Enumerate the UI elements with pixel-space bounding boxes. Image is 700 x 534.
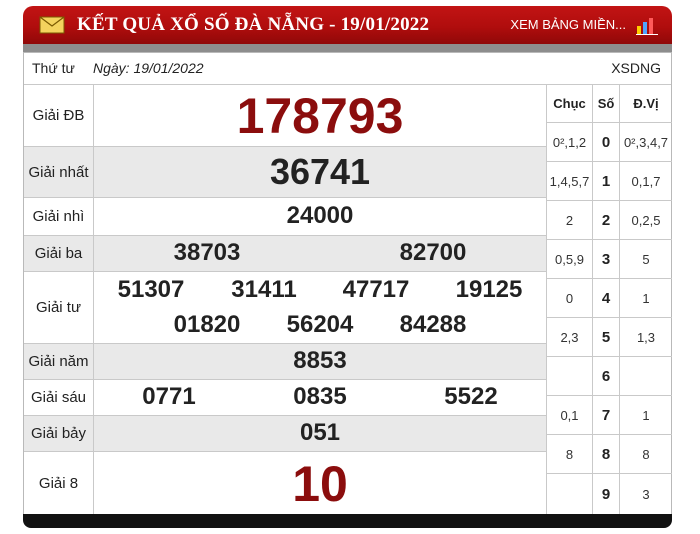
- prize-row-second: Giải nhì 24000: [24, 198, 546, 236]
- prize-label: Giải nhất: [24, 147, 94, 197]
- loto-row: 2,3 5 1,3: [547, 318, 672, 357]
- loto-chuc: [547, 357, 593, 395]
- prize-number: 24000: [286, 202, 354, 229]
- loto-dvi: 1: [642, 290, 650, 306]
- loto-header-chuc: Chục: [547, 85, 593, 122]
- loto-table: Chục Số Đ.Vị 0²,1,2 0 0²,3,4,7 1,4,5,7 1…: [546, 85, 672, 515]
- loto-chuc: 8: [547, 435, 593, 473]
- loto-dvi: 1,3: [636, 329, 656, 345]
- prize-label: Giải sáu: [24, 380, 94, 415]
- prize-label: Giải ĐB: [24, 85, 94, 146]
- loto-dvi: 0,2,5: [631, 212, 661, 228]
- loto-so: 2: [593, 201, 620, 239]
- prize-number: 8853: [293, 347, 347, 374]
- loto-so: 6: [593, 357, 620, 395]
- loto-dvi: 1: [642, 407, 650, 423]
- loto-dvi: [620, 357, 672, 395]
- bar-chart-icon[interactable]: [636, 15, 658, 35]
- loto-row: 9 3: [547, 474, 672, 515]
- prize-number: 47717: [342, 276, 410, 303]
- loto-so: 0: [593, 123, 620, 161]
- prize-row-third: Giải ba 38703 82700: [24, 236, 546, 272]
- loto-so: 9: [593, 474, 620, 515]
- prize-label: Giải 8: [24, 452, 94, 515]
- draw-info-row: Thứ tư Ngày: 19/01/2022 XSDNG: [24, 53, 671, 85]
- prize-row-special: Giải ĐB 178793: [24, 85, 546, 147]
- prize-label: Giải năm: [24, 344, 94, 379]
- loto-so: 8: [593, 435, 620, 473]
- prize-row-fourth: Giải tư 51307 31411 47717 19125 01820 56…: [24, 272, 546, 344]
- prize-label: Giải tư: [24, 272, 94, 343]
- loto-chuc: 2,3: [547, 318, 593, 356]
- prize-number: 82700: [399, 239, 467, 266]
- prize-number: 01820: [173, 311, 241, 338]
- loto-header-row: Chục Số Đ.Vị: [547, 85, 672, 123]
- prize-table: Giải ĐB 178793 Giải nhất 36741 Giải nhì …: [24, 85, 546, 515]
- loto-row: 0,5,9 3 5: [547, 240, 672, 279]
- loto-dvi: 8: [642, 446, 650, 462]
- prize-number: 051: [299, 419, 341, 446]
- prize-number: 56204: [286, 311, 354, 338]
- loto-dvi: 0,1,7: [631, 173, 661, 189]
- loto-dvi: 3: [642, 487, 650, 502]
- prize-row-sixth: Giải sáu 0771 0835 5522: [24, 380, 546, 416]
- prize-label: Giải ba: [24, 236, 94, 271]
- prize-row-eighth: Giải 8 10: [24, 452, 546, 515]
- page-title: KẾT QUẢ XỔ SỐ ĐÀ NẴNG - 19/01/2022: [77, 14, 430, 35]
- prize-row-first: Giải nhất 36741: [24, 147, 546, 198]
- loto-chuc: 0,5,9: [547, 240, 593, 278]
- loto-row: 2 2 0,2,5: [547, 201, 672, 240]
- draw-weekday: Thứ tư: [32, 60, 75, 76]
- prize-number: 5522: [444, 383, 498, 410]
- prize-number: 0835: [293, 383, 347, 410]
- prize-number: 84288: [399, 311, 467, 338]
- prize-label: Giải nhì: [24, 198, 94, 235]
- prize-number: 10: [292, 456, 348, 512]
- region-table-link[interactable]: XEM BẢNG MIỀN...: [510, 6, 626, 44]
- prize-number: 51307: [117, 276, 185, 303]
- loto-so: 5: [593, 318, 620, 356]
- mail-icon: [39, 16, 65, 34]
- loto-chuc: 2: [547, 201, 593, 239]
- loto-chuc: 1,4,5,7: [547, 162, 593, 200]
- prize-number: 178793: [236, 88, 404, 144]
- results-header: KẾT QUẢ XỔ SỐ ĐÀ NẴNG - 19/01/2022 XEM B…: [23, 6, 672, 44]
- header-divider: [23, 44, 672, 52]
- loto-so: 3: [593, 240, 620, 278]
- loto-row: 0 4 1: [547, 279, 672, 318]
- prize-number: 19125: [455, 276, 523, 303]
- lottery-code: XSDNG: [611, 60, 661, 76]
- loto-dvi: 5: [642, 251, 650, 267]
- prize-number: 38703: [173, 239, 241, 266]
- loto-chuc: 0: [547, 279, 593, 317]
- loto-row: 1,4,5,7 1 0,1,7: [547, 162, 672, 201]
- footer-bar: [23, 514, 672, 528]
- loto-chuc: 0²,1,2: [547, 123, 593, 161]
- prize-number: 36741: [269, 151, 371, 192]
- loto-dvi: 0²,3,4,7: [623, 134, 669, 150]
- results-table: Thứ tư Ngày: 19/01/2022 XSDNG Giải ĐB 17…: [23, 52, 672, 516]
- loto-header-dvi: Đ.Vị: [633, 96, 659, 111]
- prize-number: 31411: [231, 276, 297, 303]
- loto-so: 4: [593, 279, 620, 317]
- loto-chuc: [547, 474, 593, 515]
- loto-row: 8 8 8: [547, 435, 672, 474]
- loto-so: 1: [593, 162, 620, 200]
- loto-header-so: Số: [593, 85, 620, 122]
- loto-chuc: 0,1: [547, 396, 593, 434]
- prize-label: Giải bảy: [24, 416, 94, 451]
- prize-row-fifth: Giải năm 8853: [24, 344, 546, 380]
- draw-date: Ngày: 19/01/2022: [93, 60, 204, 76]
- loto-row: 6: [547, 357, 672, 396]
- loto-row: 0,1 7 1: [547, 396, 672, 435]
- prize-row-seventh: Giải bảy 051: [24, 416, 546, 452]
- loto-so: 7: [593, 396, 620, 434]
- loto-row: 0²,1,2 0 0²,3,4,7: [547, 123, 672, 162]
- prize-number: 0771: [142, 383, 196, 410]
